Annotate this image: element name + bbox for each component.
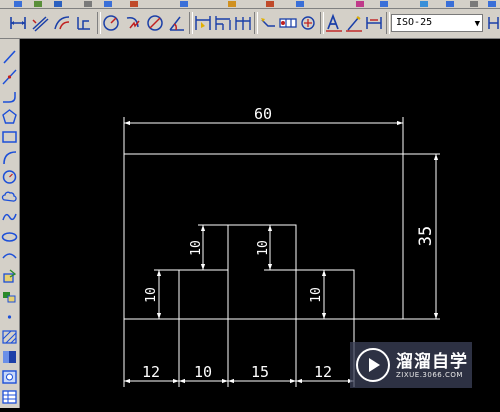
dim-text-35: 35 — [416, 226, 436, 246]
dimension-style-select[interactable]: ISO-25 ▼ — [391, 14, 483, 32]
toolbar-icon[interactable] — [470, 1, 478, 7]
dimension-edit-icon[interactable] — [324, 12, 344, 34]
circle-icon[interactable] — [1, 168, 18, 186]
aligned-dimension-icon[interactable] — [30, 12, 50, 34]
toolbar-icon[interactable] — [34, 1, 42, 7]
center-mark-icon[interactable] — [298, 12, 318, 34]
diameter-dimension-icon[interactable] — [145, 12, 165, 34]
insert-block-icon[interactable] — [1, 268, 18, 286]
dim-text-step-right: 10 — [309, 287, 324, 303]
toolbar-icon[interactable] — [228, 1, 236, 7]
arc-length-dimension-icon[interactable] — [52, 12, 72, 34]
dim-text-seg2: 10 — [194, 363, 212, 381]
ellipse-icon[interactable] — [1, 228, 18, 246]
table-icon[interactable] — [1, 388, 18, 406]
toolbar-icon[interactable] — [488, 1, 496, 7]
baseline-dimension-icon[interactable] — [213, 12, 233, 34]
ordinate-dimension-icon[interactable] — [74, 12, 94, 34]
toolbar-icon[interactable] — [296, 1, 304, 7]
toolbar-icon[interactable] — [54, 1, 62, 7]
toolbar-separator — [386, 12, 390, 34]
polyline-icon[interactable] — [1, 88, 18, 106]
dim-text-step-center: 10 — [256, 240, 271, 256]
linear-dimension-icon[interactable] — [8, 12, 28, 34]
dim-text-step-left: 10 — [189, 240, 204, 256]
polygon-icon[interactable] — [1, 108, 18, 126]
play-logo-icon — [356, 348, 390, 382]
quick-dimension-icon[interactable] — [193, 12, 213, 34]
dimension-style-icon[interactable] — [487, 12, 500, 34]
toolbar-icon[interactable] — [380, 1, 388, 7]
rectangle-icon[interactable] — [1, 128, 18, 146]
gradient-icon[interactable] — [1, 348, 18, 366]
toolbar-icon[interactable] — [104, 1, 112, 7]
toolbar-icon[interactable] — [14, 1, 22, 7]
dimension-toolbar: ISO-25 ▼ — [0, 9, 500, 39]
watermark: 溜溜自学 ZIXUE.3066.COM — [350, 342, 472, 388]
ellipse-arc-icon[interactable] — [1, 248, 18, 266]
toolbar-icon[interactable] — [84, 1, 92, 7]
watermark-title: 溜溜自学 — [396, 352, 468, 372]
spline-icon[interactable] — [1, 208, 18, 226]
dimension-text-edit-icon[interactable] — [344, 12, 364, 34]
line-icon[interactable] — [1, 48, 18, 66]
toolbar-icon[interactable] — [130, 1, 138, 7]
quick-leader-icon[interactable] — [258, 12, 278, 34]
arc-icon[interactable] — [1, 148, 18, 166]
dim-text-seg4: 12 — [314, 363, 332, 381]
toolbar-icon[interactable] — [446, 1, 454, 7]
chevron-down-icon[interactable]: ▼ — [475, 16, 480, 32]
construction-line-icon[interactable] — [1, 68, 18, 86]
make-block-icon[interactable] — [1, 288, 18, 306]
draw-toolbar — [0, 39, 20, 408]
continue-dimension-icon[interactable] — [233, 12, 253, 34]
watermark-subtitle: ZIXUE.3066.COM — [396, 371, 463, 379]
part-outline — [123, 153, 404, 320]
dim-text-seg3: 15 — [251, 363, 269, 381]
point-icon[interactable] — [1, 308, 18, 326]
dimension-update-icon[interactable] — [364, 12, 384, 34]
dimension-style-value: ISO-25 — [396, 17, 433, 28]
toolbar-icon[interactable] — [266, 1, 274, 7]
standard-toolbar — [0, 0, 500, 9]
angular-dimension-icon[interactable] — [167, 12, 187, 34]
revision-cloud-icon[interactable] — [1, 188, 18, 206]
dim-text-seg1: 12 — [142, 363, 160, 381]
dim-text-step-low-left: 10 — [144, 287, 159, 303]
tolerance-icon[interactable] — [278, 12, 298, 34]
radius-dimension-icon[interactable] — [101, 12, 121, 34]
toolbar-icon[interactable] — [356, 1, 364, 7]
toolbar-icon[interactable] — [180, 1, 188, 7]
region-icon[interactable] — [1, 368, 18, 386]
hatch-icon[interactable] — [1, 328, 18, 346]
jogged-dimension-icon[interactable] — [123, 12, 143, 34]
dim-text-60: 60 — [254, 105, 272, 123]
toolbar-icon[interactable] — [420, 1, 428, 7]
